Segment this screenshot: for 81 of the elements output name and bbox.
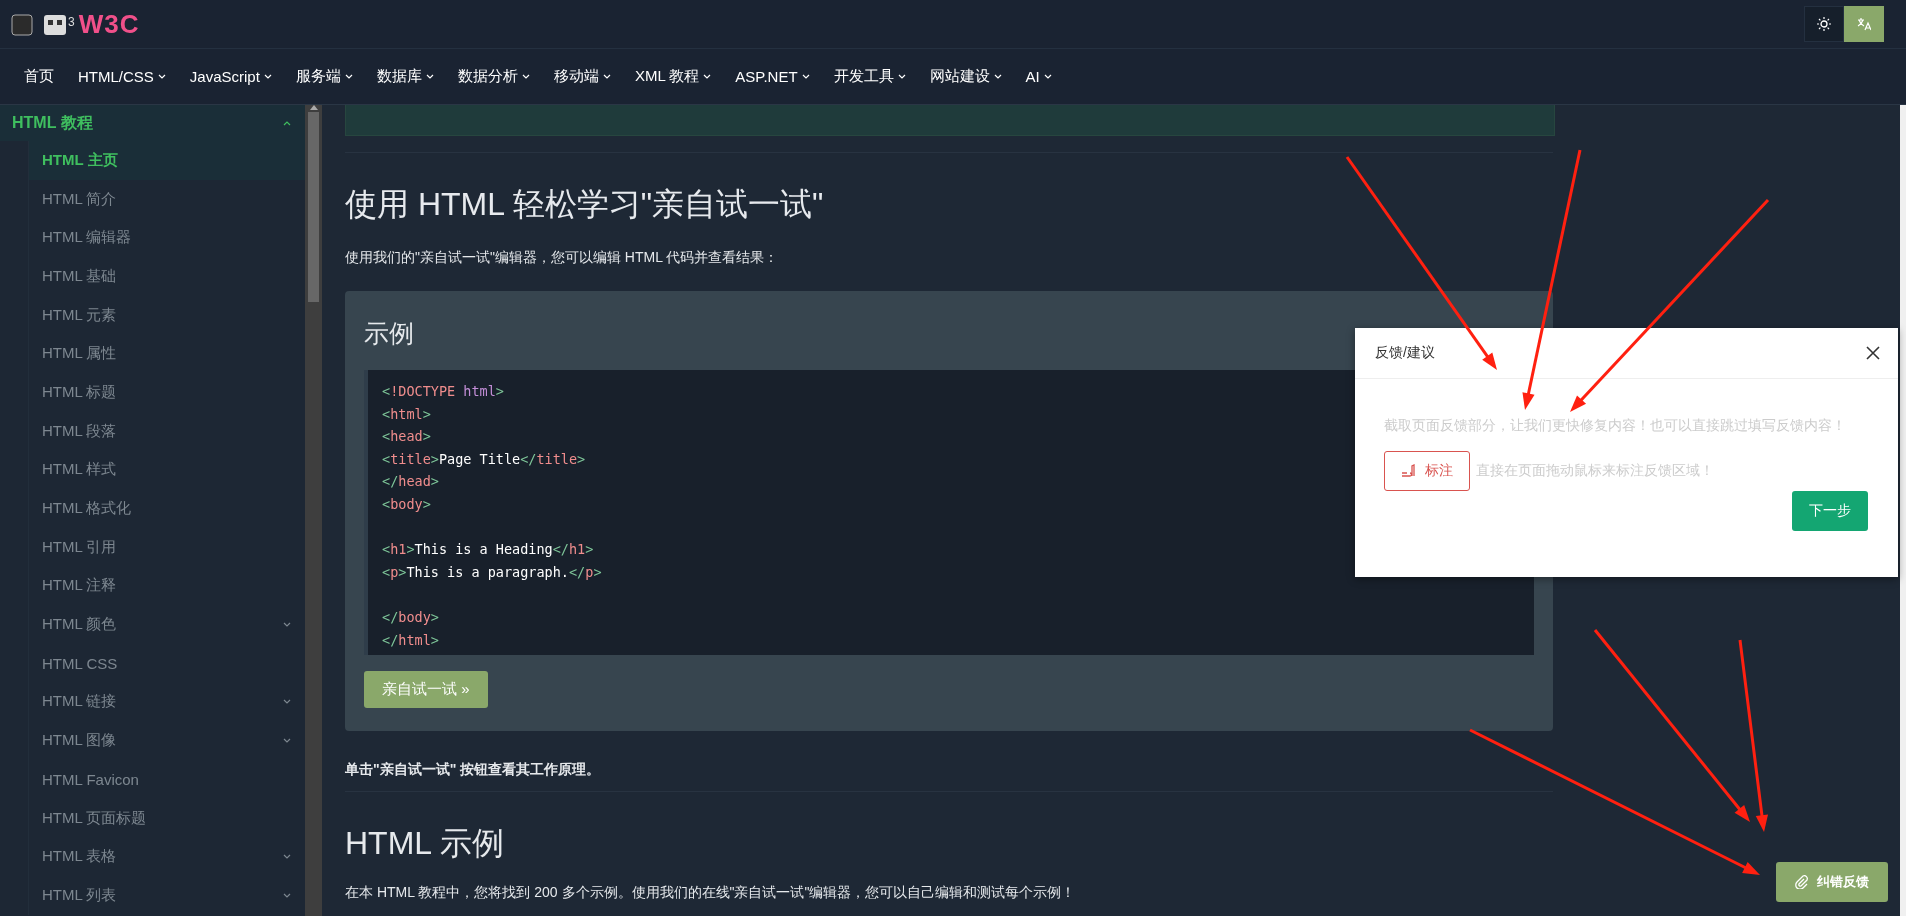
nav-item[interactable]: JavaScript	[189, 68, 272, 85]
nav-item[interactable]: HTML/CSS	[78, 68, 166, 85]
sidebar-item[interactable]: HTML 表格	[29, 837, 305, 877]
chevron-down-icon	[993, 74, 1002, 79]
sidebar-item[interactable]: HTML 简介	[29, 179, 305, 219]
scrollbar[interactable]	[305, 105, 322, 916]
code-line: <p>This is a paragraph.</p>	[382, 562, 602, 582]
sidebar-item[interactable]: HTML 样式	[29, 450, 305, 490]
translate-icon	[1857, 17, 1871, 31]
chevron-down-icon	[283, 738, 291, 744]
section-heading: HTML 示例	[345, 824, 505, 864]
code-line: <!DOCTYPE html>	[382, 382, 504, 401]
note-text: 单击"亲自试一试" 按钮查看其工作原理。	[345, 761, 602, 780]
sidebar-item[interactable]: HTML 列表	[29, 876, 305, 915]
chevron-down-icon	[897, 74, 906, 79]
pen-icon	[1401, 464, 1417, 478]
chevron-down-icon	[521, 74, 530, 79]
sun-icon	[1817, 17, 1831, 31]
sidebar-item[interactable]: HTML 元素	[29, 295, 305, 335]
feedback-button[interactable]: 纠错反馈	[1776, 862, 1888, 902]
sidebar-item[interactable]: HTML 编辑器	[29, 218, 305, 258]
chevron-down-icon	[425, 74, 434, 79]
nav-item[interactable]: AI	[1025, 68, 1052, 85]
code-line: </body>	[382, 607, 439, 627]
nav-item[interactable]: 数据分析	[457, 67, 530, 86]
chevron-down-icon	[344, 74, 353, 79]
code-line: <body>	[382, 494, 431, 514]
code-line: <head>	[382, 427, 431, 447]
chevron-down-icon	[703, 74, 712, 79]
next-button[interactable]: 下一步	[1792, 491, 1868, 531]
nav-item[interactable]: 服务端	[295, 67, 353, 86]
logo-digit: 3	[68, 14, 75, 29]
sidebar-item[interactable]: HTML 基础	[29, 257, 305, 296]
paragraph: 在本 HTML 教程中，您将找到 200 多个示例。使用我们的在线"亲自试一试"编辑器，您可以自己编辑和测试每个示例！	[345, 884, 1076, 903]
chevron-down-icon	[283, 622, 291, 628]
code-line: <h1>This is a Heading</h1>	[382, 540, 594, 560]
nav-item[interactable]: 首页	[24, 67, 54, 86]
nav-item[interactable]: 移动端	[553, 67, 611, 86]
code-line: </head>	[382, 472, 439, 492]
page-heading: 使用 HTML 轻松学习"亲自试一试"	[345, 185, 825, 224]
nav-item[interactable]: 数据库	[376, 67, 434, 86]
code-line: </html>	[382, 630, 439, 650]
sidebar-item[interactable]: HTML 属性	[29, 334, 305, 374]
nav-item[interactable]: XML 教程	[634, 67, 712, 86]
sidebar-item[interactable]: HTML 段落	[29, 411, 305, 451]
sidebar-item[interactable]: HTML 颜色	[29, 605, 305, 644]
dialog-title: 反馈/建议	[1375, 344, 1435, 362]
sidebar-section[interactable]: HTML 教程	[0, 105, 305, 141]
sidebar-item[interactable]: HTML 注释	[29, 566, 305, 606]
chevron-down-icon	[283, 892, 291, 898]
chevron-down-icon	[157, 74, 166, 79]
close-icon[interactable]	[1866, 346, 1880, 360]
code-line: <title>Page Title</title>	[382, 449, 586, 469]
scrollbar-thumb[interactable]	[308, 112, 319, 302]
chevron-down-icon	[283, 699, 291, 705]
intro-text: 使用我们的"亲自试一试"编辑器，您可以编辑 HTML 代码并查看结果：	[345, 249, 780, 267]
paperclip-icon	[1795, 875, 1809, 889]
chevron-down-icon	[801, 74, 810, 79]
chevron-up-icon	[283, 120, 291, 126]
logo-text[interactable]: W3C	[78, 8, 140, 40]
example-title: 示例	[364, 318, 415, 349]
sidebar-item[interactable]: HTML 主页	[29, 141, 305, 180]
chevron-down-icon	[1043, 74, 1052, 79]
nav-item[interactable]: 网站建设	[929, 67, 1002, 86]
try-it-button[interactable]: 亲自试一试 »	[364, 671, 488, 709]
sidebar-item[interactable]: HTML 格式化	[29, 489, 305, 528]
sidebar-item[interactable]: HTML 链接	[29, 682, 305, 722]
theme-button[interactable]	[1804, 6, 1844, 42]
mark-button[interactable]: 标注	[1384, 451, 1470, 491]
sidebar-item[interactable]: HTML 图像	[29, 721, 305, 760]
nav-item[interactable]: ASP.NET	[735, 68, 810, 85]
chevron-down-icon	[263, 74, 272, 79]
sidebar-item[interactable]: HTML 引用	[29, 527, 305, 567]
sidebar-item[interactable]: HTML Favicon	[29, 760, 305, 799]
sidebar-item[interactable]: HTML 页面标题	[29, 798, 305, 838]
code-line: <html>	[382, 404, 431, 424]
chevron-down-icon	[283, 854, 291, 860]
sidebar-item[interactable]: HTML CSS	[29, 643, 305, 683]
sidebar-item[interactable]: HTML 标题	[29, 373, 305, 412]
nav-item[interactable]: 开发工具	[833, 67, 906, 86]
chevron-down-icon	[602, 74, 611, 79]
